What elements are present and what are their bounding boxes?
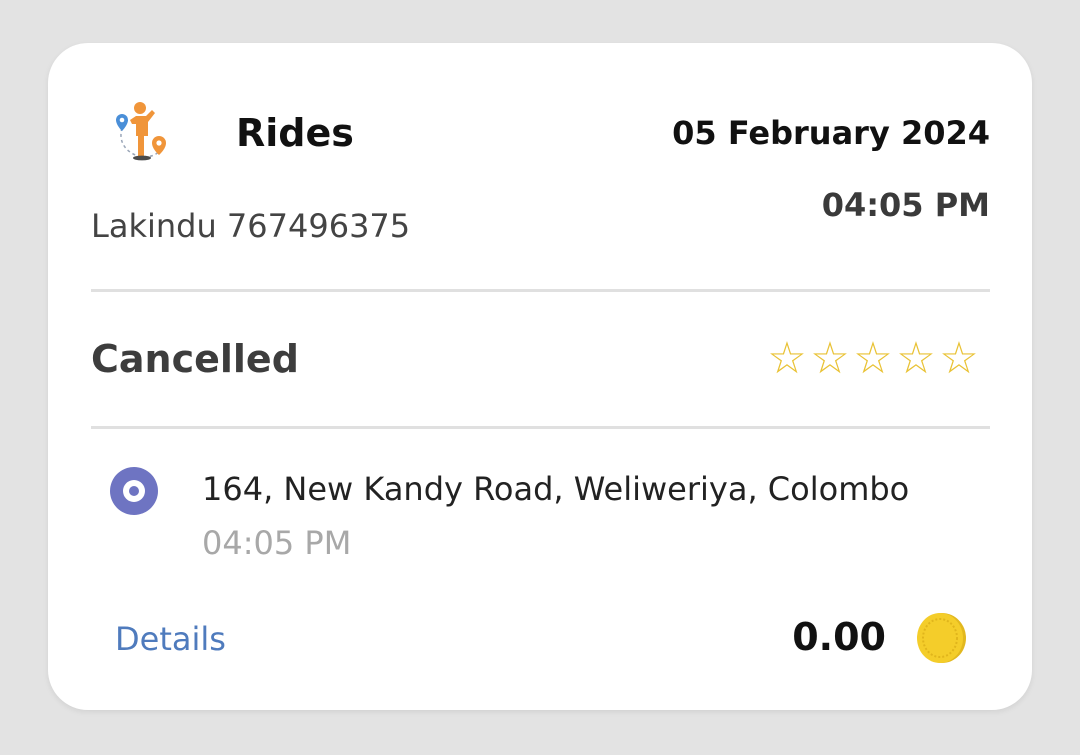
rides-app-icon	[116, 102, 166, 161]
pickup-time: 04:05 PM	[202, 524, 352, 562]
star-icon[interactable]: ☆	[852, 337, 894, 381]
ride-status: Cancelled	[91, 337, 299, 381]
rating-stars[interactable]: ☆ ☆ ☆ ☆ ☆	[766, 337, 980, 381]
coin-icon	[917, 613, 966, 663]
passenger-info: Lakindu 767496375	[91, 207, 411, 245]
star-icon[interactable]: ☆	[895, 337, 937, 381]
star-icon[interactable]: ☆	[938, 337, 980, 381]
ride-time: 04:05 PM	[821, 186, 990, 224]
star-icon[interactable]: ☆	[809, 337, 851, 381]
star-icon[interactable]: ☆	[766, 337, 808, 381]
divider-bottom	[91, 426, 990, 429]
ride-date: 05 February 2024	[672, 114, 990, 152]
location-radio-icon	[110, 467, 158, 515]
fare-amount: 0.00	[792, 615, 886, 659]
card-title: Rides	[236, 111, 354, 155]
divider-top	[91, 289, 990, 292]
details-link[interactable]: Details	[115, 616, 226, 662]
pickup-address: 164, New Kandy Road, Weliweriya, Colombo	[202, 470, 910, 508]
